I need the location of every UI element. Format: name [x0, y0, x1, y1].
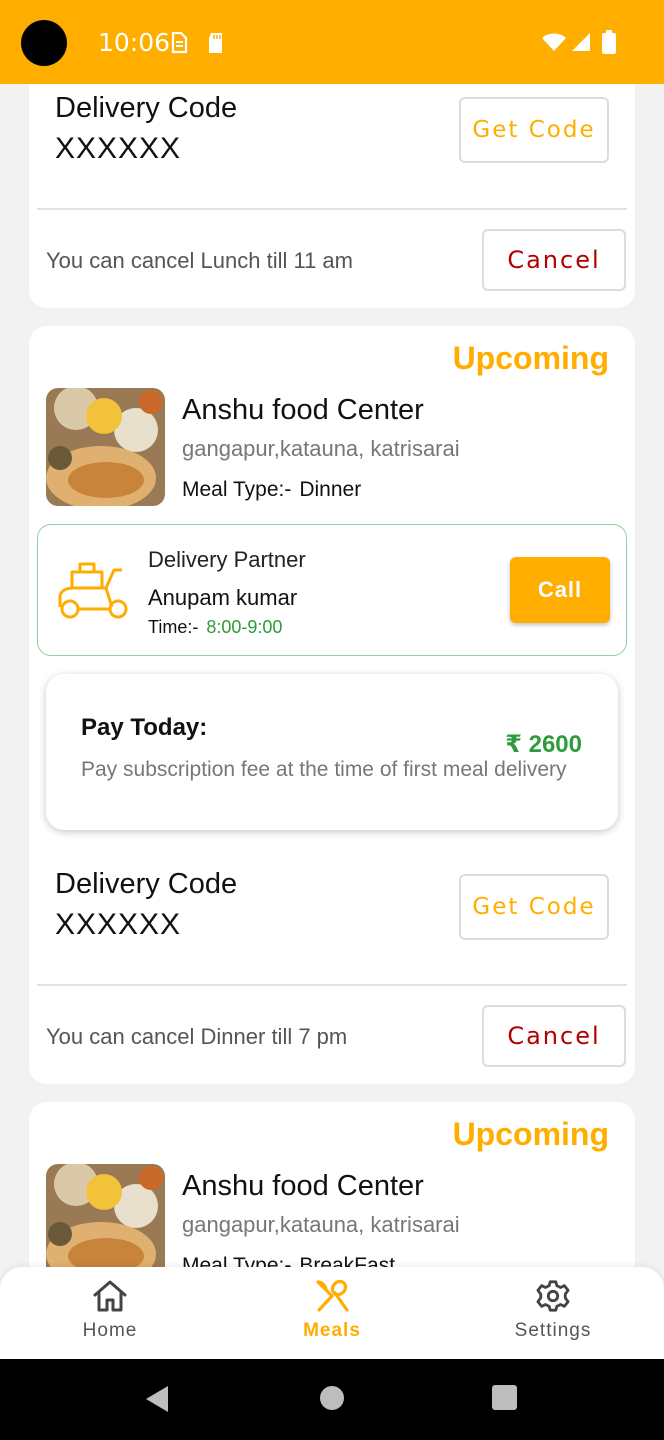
meal-card: Upcoming Anshu food Center gangapur,kata…: [29, 1102, 635, 1267]
meal-type: Meal Type:- BreakFast: [182, 1254, 395, 1267]
partner-label: Delivery Partner: [148, 547, 306, 572]
delivery-partner-box: Delivery Partner Anupam kumar Time:- 8:00…: [37, 524, 627, 656]
meal-card: Delivery Code XXXXXX Get Code You can ca…: [29, 84, 635, 308]
food-thumbnail: [46, 388, 165, 506]
pay-title: Pay Today:: [81, 714, 208, 741]
food-thumbnail: [46, 1164, 165, 1267]
bottom-navigation: Home Meals Settings: [0, 1267, 664, 1359]
cancel-button[interactable]: Cancel: [482, 1005, 626, 1067]
status-badge: Upcoming: [452, 1116, 609, 1152]
wifi-icon: [542, 33, 566, 51]
home-icon: [93, 1280, 127, 1312]
status-badge: Upcoming: [452, 340, 609, 376]
shop-name: Anshu food Center: [182, 394, 424, 426]
home-circle-icon[interactable]: [319, 1385, 345, 1411]
camera-cutout: [21, 20, 67, 66]
delivery-code-value: XXXXXX: [55, 908, 182, 941]
cancel-note: You can cancel Dinner till 7 pm: [46, 1024, 348, 1049]
meals-list[interactable]: Delivery Code XXXXXX Get Code You can ca…: [0, 84, 664, 1267]
time-value: 8:00-9:00: [206, 617, 283, 637]
time-label: Time:-: [148, 617, 199, 637]
shop-address: gangapur,katauna, katrisarai: [182, 436, 460, 461]
pay-amount: ₹ 2600: [505, 731, 582, 758]
divider: [37, 984, 627, 986]
scooter-icon: [58, 562, 128, 619]
meal-type-label: Meal Type:-: [182, 478, 292, 501]
meal-card: Upcoming Anshu food Center gangapur,kata…: [29, 326, 635, 1084]
pay-description: Pay subscription fee at the time of firs…: [81, 758, 567, 781]
meal-type-value: BreakFast: [299, 1254, 396, 1267]
meal-type-value: Dinner: [299, 478, 362, 501]
system-navigation-bar: [0, 1359, 664, 1440]
nav-meals-label: Meals: [303, 1320, 361, 1341]
battery-icon: [602, 30, 616, 54]
gear-icon: [536, 1280, 570, 1312]
partner-name: Anupam kumar: [148, 585, 298, 610]
status-bar: 10:06: [0, 0, 664, 84]
cancel-note: You can cancel Lunch till 11 am: [46, 248, 353, 273]
delivery-code-label: Delivery Code: [55, 92, 238, 124]
back-icon[interactable]: [144, 1385, 170, 1413]
nav-meals[interactable]: Meals: [262, 1279, 402, 1342]
delivery-code-label: Delivery Code: [55, 868, 238, 900]
status-time: 10:06: [98, 28, 171, 57]
call-button[interactable]: Call: [510, 557, 610, 623]
meal-type: Meal Type:- Dinner: [182, 478, 361, 502]
delivery-time: Time:- 8:00-9:00: [148, 617, 282, 638]
sd-card-icon: [209, 33, 222, 53]
divider: [37, 208, 627, 210]
signal-icon: [572, 33, 590, 51]
nav-settings[interactable]: Settings: [483, 1279, 623, 1342]
nav-home[interactable]: Home: [40, 1279, 180, 1342]
meal-type-label: Meal Type:-: [182, 1254, 292, 1267]
cancel-button[interactable]: Cancel: [482, 229, 626, 291]
shop-address: gangapur,katauna, katrisarai: [182, 1212, 460, 1237]
nav-home-label: Home: [82, 1320, 138, 1341]
get-code-button[interactable]: Get Code: [459, 97, 609, 163]
recents-icon[interactable]: [492, 1385, 517, 1410]
shop-name: Anshu food Center: [182, 1170, 424, 1202]
fork-spoon-icon: [316, 1279, 349, 1312]
get-code-button[interactable]: Get Code: [459, 874, 609, 940]
delivery-code-value: XXXXXX: [55, 132, 182, 165]
pay-today-box: Pay Today: ₹ 2600 Pay subscription fee a…: [46, 674, 618, 830]
sim-icon: [171, 32, 188, 54]
nav-settings-label: Settings: [514, 1320, 592, 1341]
